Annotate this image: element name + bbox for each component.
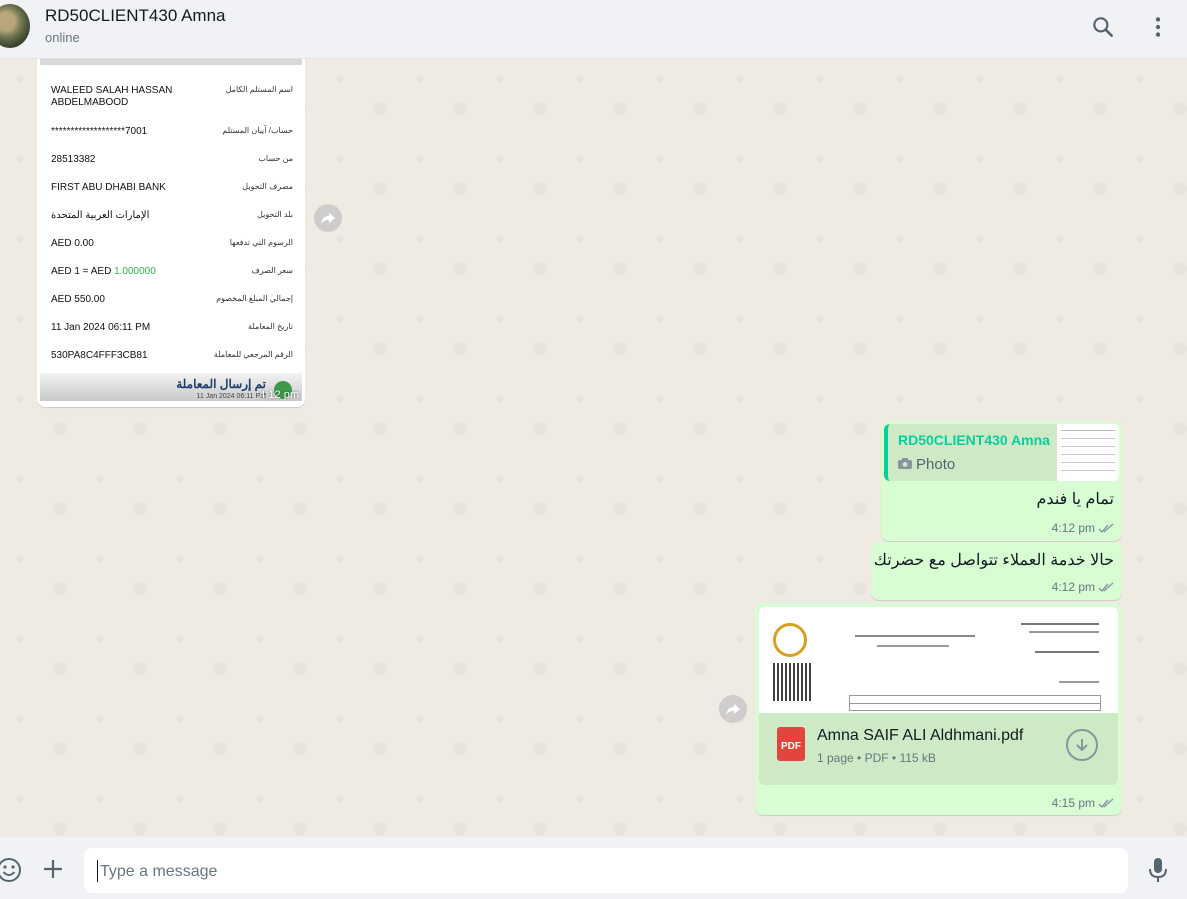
emoji-icon[interactable] (0, 857, 22, 888)
message-meta: 4:15 pm (1052, 796, 1114, 810)
message-meta: 4:12 pm (1052, 580, 1114, 594)
quote-author: RD50CLIENT430 Amna (898, 432, 1050, 448)
chat-area[interactable]: WALEED SALAH HASSAN ABDELMABOOD اسم المست… (0, 59, 1187, 837)
pdf-icon: PDF (777, 727, 805, 761)
document-preview[interactable] (759, 607, 1118, 713)
forward-icon[interactable] (314, 204, 342, 232)
message-time: 4:15 pm (1051, 796, 1095, 810)
read-ticks-icon (1098, 523, 1114, 534)
message-time: 4:12 pm (1051, 580, 1095, 594)
quote-type: Photo (916, 456, 956, 473)
message-input[interactable] (98, 848, 1102, 895)
quote-thumbnail (1057, 424, 1119, 481)
message-time: 4:12 pm (259, 389, 299, 401)
quoted-message[interactable]: RD50CLIENT430 Amna Photo (884, 424, 1119, 481)
download-icon[interactable] (1066, 729, 1098, 761)
read-ticks-icon (1098, 798, 1114, 809)
message-input-container[interactable] (84, 848, 1128, 895)
company-logo (773, 623, 807, 657)
forward-icon[interactable] (719, 695, 747, 723)
plus-icon[interactable] (41, 857, 65, 886)
camera-icon (898, 458, 912, 469)
message-time: 4:12 pm (1051, 521, 1095, 535)
document-name: Amna SAIF ALI Aldhmani.pdf (817, 727, 1024, 744)
message-text: تمام يا فندم (1036, 491, 1114, 508)
avatar[interactable] (0, 4, 30, 48)
mic-icon[interactable] (1147, 857, 1169, 888)
outgoing-message[interactable]: RD50CLIENT430 Amna Photo تمام يا فندم 4:… (881, 421, 1122, 541)
message-meta: 4:12 pm (1052, 521, 1114, 535)
read-ticks-icon (1098, 582, 1114, 593)
contact-name[interactable]: RD50CLIENT430 Amna (45, 6, 225, 26)
contact-status: online (45, 30, 80, 45)
menu-icon[interactable] (1145, 14, 1171, 40)
chat-header: RD50CLIENT430 Amna online (0, 0, 1187, 59)
document-attachment[interactable]: PDF Amna SAIF ALI Aldhmani.pdf 1 page • … (759, 713, 1118, 785)
receipt-image: WALEED SALAH HASSAN ABDELMABOOD اسم المست… (40, 59, 302, 401)
composer-bar (0, 837, 1187, 899)
outgoing-document-message[interactable]: PDF Amna SAIF ALI Aldhmani.pdf 1 page • … (755, 603, 1122, 815)
receipt-footer-title: تم إرسال المعاملة (176, 377, 266, 391)
incoming-image-message[interactable]: WALEED SALAH HASSAN ABDELMABOOD اسم المست… (37, 59, 305, 407)
message-text: حالا خدمة العملاء تتواصل مع حضرتك (873, 552, 1114, 569)
receipt-footer-date: 11 Jan 2024 06:11 PM (196, 393, 266, 400)
document-meta: 1 page • PDF • 115 kB (817, 751, 936, 765)
search-icon[interactable] (1090, 14, 1116, 40)
outgoing-message[interactable]: حالا خدمة العملاء تتواصل مع حضرتك 4:12 p… (871, 542, 1122, 600)
qr-code-icon (773, 663, 811, 701)
